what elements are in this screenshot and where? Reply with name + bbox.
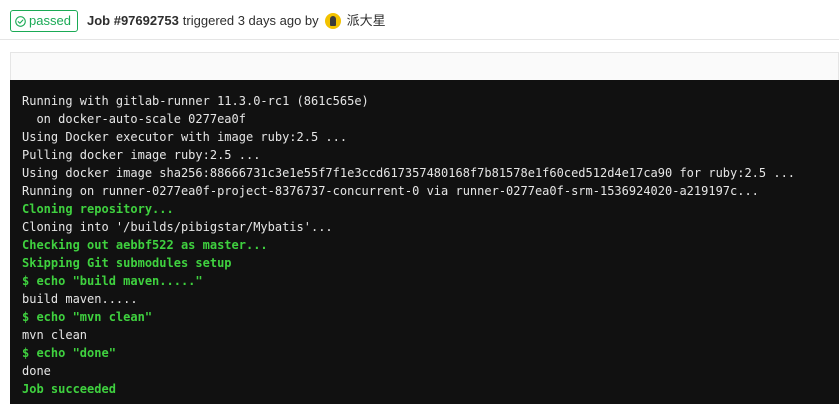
avatar[interactable] [324, 13, 341, 29]
job-meta: triggered 3 days ago by [182, 13, 319, 28]
job-summary: Job #97692753 triggered 3 days ago by 派大… [87, 11, 386, 31]
status-label: passed [29, 13, 71, 28]
check-circle-icon [15, 15, 26, 27]
log-line: build maven..... [22, 292, 138, 306]
log-line: Skipping Git submodules setup [22, 256, 232, 270]
log-line: Job succeeded [22, 382, 116, 396]
log-line: Using docker image sha256:88666731c3e1e5… [22, 166, 796, 180]
log-line: on docker-auto-scale 0277ea0f [22, 112, 246, 126]
log-line: $ echo "mvn clean" [22, 310, 153, 324]
log-line: $ echo "done" [22, 346, 116, 360]
user-link[interactable]: 派大星 [347, 11, 386, 31]
log-line: Checking out aebbf522 as master... [22, 238, 268, 252]
status-badge[interactable]: passed [10, 10, 78, 32]
log-line: Running on runner-0277ea0f-project-83767… [22, 184, 759, 198]
job-id: Job #97692753 [87, 13, 179, 28]
log-line: $ echo "build maven....." [22, 274, 203, 288]
log-line: Cloning into '/builds/pibigstar/Mybatis'… [22, 220, 333, 234]
log-toolbar [10, 52, 839, 80]
log-line: mvn clean [22, 328, 88, 342]
log-line: Using Docker executor with image ruby:2.… [22, 130, 348, 144]
log-line: done [22, 364, 51, 378]
log-line: Running with gitlab-runner 11.3.0-rc1 (8… [22, 94, 369, 108]
log-line: Pulling docker image ruby:2.5 ... [22, 148, 261, 162]
log-line: Cloning repository... [22, 202, 174, 216]
job-header: passed Job #97692753 triggered 3 days ag… [0, 0, 839, 40]
job-log-terminal: Running with gitlab-runner 11.3.0-rc1 (8… [10, 80, 839, 404]
